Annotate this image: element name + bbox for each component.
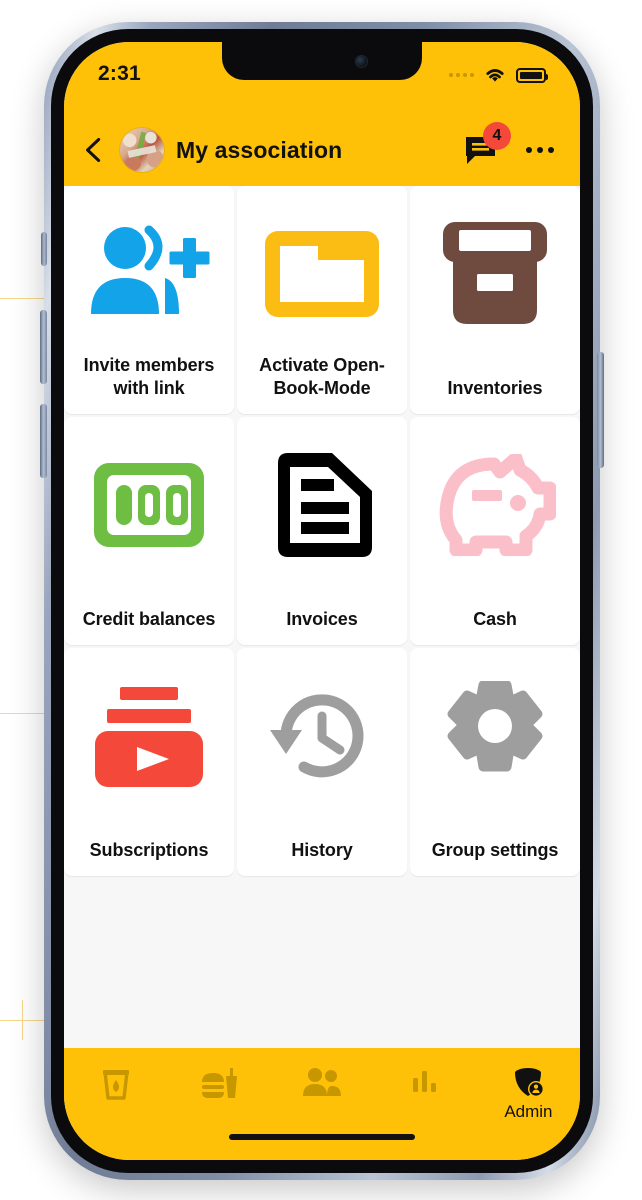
tile-label: Invite members with link: [83, 354, 215, 398]
tile-history[interactable]: History: [237, 648, 407, 876]
tile-credit-balances[interactable]: Credit balances: [64, 417, 234, 645]
mute-switch[interactable]: [41, 232, 47, 266]
crop-guide: [22, 1000, 23, 1040]
food-burger-drink-icon: [201, 1068, 237, 1098]
tile-label: Subscriptions: [89, 839, 209, 860]
wifi-icon: [486, 69, 504, 82]
page-title: My association: [176, 136, 343, 163]
front-camera-icon: [355, 55, 367, 67]
battery-full-icon: [516, 67, 548, 83]
cellular-signal-icon: [449, 73, 474, 77]
tab-stats[interactable]: [374, 1066, 477, 1098]
status-bar: 2:31: [64, 42, 580, 114]
shield-admin-icon: [515, 1068, 545, 1097]
subscriptions-play-icon: [95, 687, 203, 787]
person-add-icon: [91, 225, 210, 314]
feature-grid: Invite members with link Activate Open-B…: [64, 186, 580, 876]
chat-button[interactable]: 4: [464, 122, 511, 166]
app-header: My association 4: [64, 114, 580, 186]
tile-label: Cash: [473, 608, 517, 629]
tile-subscriptions[interactable]: Subscriptions: [64, 648, 234, 876]
power-button[interactable]: [597, 352, 604, 468]
document-lines-icon: [278, 453, 372, 557]
people-icon: [303, 1068, 341, 1096]
tile-label: Inventories: [447, 377, 543, 398]
status-badge: 4: [483, 122, 511, 150]
folder-icon: [265, 231, 379, 317]
phone-screen: 2:31 My association 4 Invite members wit…: [64, 42, 580, 1160]
tile-label: Group settings: [431, 839, 559, 860]
piggy-bank-icon: [439, 454, 556, 556]
avatar[interactable]: [120, 128, 164, 172]
phone-frame: 2:31 My association 4 Invite members wit…: [40, 22, 604, 1180]
tile-label: Credit balances: [82, 608, 216, 629]
chevron-left-icon[interactable]: [80, 136, 108, 164]
volume-down-button[interactable]: [40, 404, 47, 478]
tab-food[interactable]: [167, 1066, 270, 1104]
tile-group-settings[interactable]: Group settings: [410, 648, 580, 876]
tile-label: Invoices: [286, 608, 358, 629]
tile-label: History: [291, 839, 353, 860]
device-notch: [222, 42, 422, 80]
bottom-tab-bar: Admin: [64, 1048, 580, 1160]
main-content: Invite members with link Activate Open-B…: [64, 186, 580, 1048]
tile-invite-members[interactable]: Invite members with link: [64, 186, 234, 414]
overflow-menu-icon[interactable]: [526, 147, 554, 153]
screenshot-root: 2:31 My association 4 Invite members wit…: [0, 0, 642, 1200]
volume-up-button[interactable]: [40, 310, 47, 384]
bar-chart-icon: [413, 1071, 437, 1092]
banknote-100-icon: [94, 463, 204, 547]
tile-open-book-mode[interactable]: Activate Open-Book-Mode: [237, 186, 407, 414]
status-clock: 2:31: [98, 62, 141, 85]
tile-invoices[interactable]: Invoices: [237, 417, 407, 645]
tab-label: Admin: [504, 1102, 553, 1121]
tile-label: Activate Open-Book-Mode: [259, 354, 385, 398]
tab-admin[interactable]: Admin: [477, 1066, 580, 1122]
archive-box-icon: [443, 222, 547, 324]
clock-rewind-icon: [270, 694, 364, 778]
phone-bezel: 2:31 My association 4 Invite members wit…: [51, 29, 593, 1173]
gear-icon: [447, 681, 543, 772]
tile-cash[interactable]: Cash: [410, 417, 580, 645]
tab-people[interactable]: [270, 1066, 373, 1100]
tab-drinks[interactable]: [64, 1066, 167, 1104]
drink-glass-icon: [102, 1070, 129, 1100]
home-indicator[interactable]: [229, 1134, 415, 1140]
tile-inventories[interactable]: Inventories: [410, 186, 580, 414]
